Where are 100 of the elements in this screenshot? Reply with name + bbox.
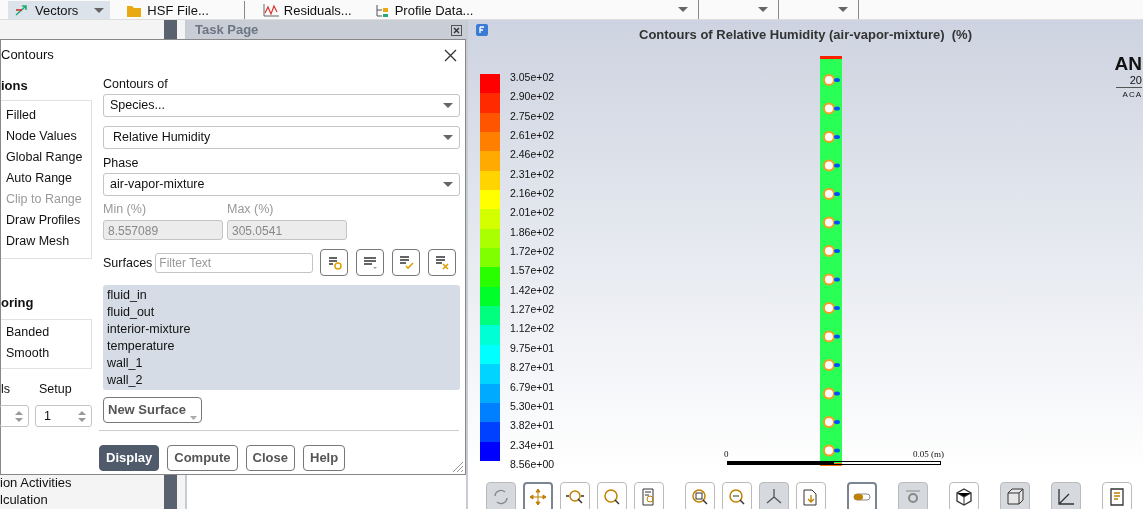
logo-text: AN xyxy=(1114,54,1142,74)
spinner-arrows-icon[interactable] xyxy=(77,409,87,423)
colorbar-label: 2.31e+02 xyxy=(510,166,555,182)
zoom-icon xyxy=(602,487,622,507)
logo-text: ACA xyxy=(1122,89,1142,101)
dialog-button[interactable]: Compute xyxy=(167,445,238,471)
list-icon xyxy=(373,2,391,18)
readonly-field: 305.0541 xyxy=(227,220,347,240)
option-label[interactable]: Node Values xyxy=(1,126,91,147)
zoom-fit-button[interactable] xyxy=(685,482,715,509)
toolbar-button[interactable]: HSF File... xyxy=(120,1,215,19)
list-check-button[interactable] xyxy=(392,249,421,276)
caret-icon xyxy=(189,416,197,420)
list-check-icon xyxy=(397,254,415,271)
spin-field[interactable]: 1 xyxy=(35,405,92,427)
colorbar-label: 5.30e+01 xyxy=(510,398,555,414)
zoom-fit-icon xyxy=(690,487,710,507)
tree-item[interactable]: ion Activities xyxy=(0,475,185,491)
colorbar-label: 1.27e+02 xyxy=(510,302,555,318)
toolbar-button[interactable]: Profile Data... xyxy=(367,1,480,19)
field-label: Min (%) xyxy=(103,202,148,216)
colorbar-label: 8.27e+01 xyxy=(510,360,555,376)
colorbar-label: 1.42e+02 xyxy=(510,282,555,298)
dropdown-field[interactable]: Relative Humidity xyxy=(103,126,460,149)
colorbar-label: 2.75e+02 xyxy=(510,108,555,124)
option-label[interactable]: Banded xyxy=(1,322,91,343)
display-button[interactable]: Display xyxy=(99,445,160,471)
report-icon xyxy=(1107,487,1127,507)
spinner-arrows-icon[interactable] xyxy=(14,409,24,423)
logo-text: 20 xyxy=(1116,74,1142,88)
field-label: Contours of xyxy=(103,77,169,91)
close-icon[interactable] xyxy=(444,48,457,62)
zoom-out-button[interactable] xyxy=(722,482,752,509)
field-label: Phase xyxy=(103,156,140,170)
tree-item[interactable]: lculation xyxy=(0,492,185,508)
toolbar-button[interactable]: Residuals... xyxy=(256,1,358,19)
document-search-button[interactable] xyxy=(634,482,664,509)
option-label[interactable]: Global Range xyxy=(1,147,91,168)
surface-list[interactable]: fluid_in fluid_out interior-mixture temperature wall_1 wall_2 xyxy=(103,285,460,390)
move-button[interactable] xyxy=(523,482,553,509)
new-surface-button[interactable]: New Surface xyxy=(103,397,202,423)
rotate-icon xyxy=(491,487,511,507)
colorbar-label: 1.57e+02 xyxy=(510,263,555,279)
field-label: Max (%) xyxy=(227,202,274,216)
readonly-field: 8.557089 xyxy=(103,220,223,240)
scale-label: 0 xyxy=(724,448,729,461)
section-heading: oring xyxy=(1,296,35,310)
colorbar-label: 3.82e+01 xyxy=(510,418,555,434)
help-button[interactable]: Help xyxy=(303,445,346,471)
zoom-button[interactable] xyxy=(560,482,590,509)
dialog-title: Contours xyxy=(1,46,54,65)
export-button[interactable] xyxy=(796,482,826,509)
option-label[interactable]: Filled xyxy=(1,105,91,126)
dropdown-field[interactable]: Species... xyxy=(103,94,460,117)
cube-icon xyxy=(954,487,974,507)
report-button[interactable] xyxy=(1102,482,1132,509)
option-label[interactable]: Auto Range xyxy=(1,168,91,189)
colormap-button[interactable] xyxy=(847,482,877,509)
toolbar-button[interactable]: Vectors xyxy=(8,1,111,19)
colorbar-label: 3.05e+02 xyxy=(510,70,555,85)
colorbar-label: 6.79e+01 xyxy=(510,379,555,395)
option-label[interactable]: Smooth xyxy=(1,343,91,364)
section-heading: ions xyxy=(1,79,29,93)
resize-grip-icon[interactable] xyxy=(452,461,464,473)
list-menu-button[interactable] xyxy=(356,249,385,276)
cube-button[interactable] xyxy=(949,482,979,509)
field-label: Surfaces xyxy=(103,255,153,270)
axes-icon xyxy=(1056,487,1076,507)
list-clear-button[interactable] xyxy=(428,249,457,276)
option-label: Clip to Range xyxy=(5,191,83,208)
zoom-button[interactable] xyxy=(597,482,627,509)
plot-title: Contours of Relative Humidity (air-vapor-mixture) (%) xyxy=(639,26,972,44)
option-label[interactable]: Draw Profiles xyxy=(1,210,91,231)
colorbar-label: 9.75e+01 xyxy=(510,340,555,356)
move-icon xyxy=(528,487,548,507)
spin-field[interactable] xyxy=(0,405,29,427)
dropdown-field[interactable]: air-vapor-mixture xyxy=(103,173,460,196)
colorbar-label: 8.56e+00 xyxy=(510,456,555,472)
filter-field[interactable]: Filter Text xyxy=(155,252,314,273)
colorbar-label: 1.86e+02 xyxy=(510,224,555,240)
zoom-out-icon xyxy=(727,487,747,507)
colorbar-label: 2.34e+01 xyxy=(510,437,555,453)
colorbar-label: 2.16e+02 xyxy=(510,186,555,202)
list-new-button[interactable] xyxy=(320,249,349,276)
colorbar-label: 1.72e+02 xyxy=(510,244,555,260)
scale-label: 0.05 (m) xyxy=(913,448,944,461)
field-label: ls xyxy=(1,382,12,396)
list-menu-icon xyxy=(361,254,379,271)
colorbar-label: 1.12e+02 xyxy=(510,321,555,337)
option-label[interactable]: Draw Mesh xyxy=(1,231,91,252)
app-icon xyxy=(476,24,488,36)
line-chart-icon xyxy=(262,2,280,18)
panel-title: Task Page xyxy=(195,21,259,40)
box-icon xyxy=(1005,487,1025,507)
colorbar-label: 2.01e+02 xyxy=(510,205,555,221)
dialog-button[interactable]: Close xyxy=(245,445,295,471)
list-clear-icon xyxy=(433,254,451,271)
colorbar-label: 2.90e+02 xyxy=(510,89,555,105)
colorbar-label: 2.61e+02 xyxy=(510,128,555,144)
close-icon[interactable] xyxy=(451,24,462,36)
